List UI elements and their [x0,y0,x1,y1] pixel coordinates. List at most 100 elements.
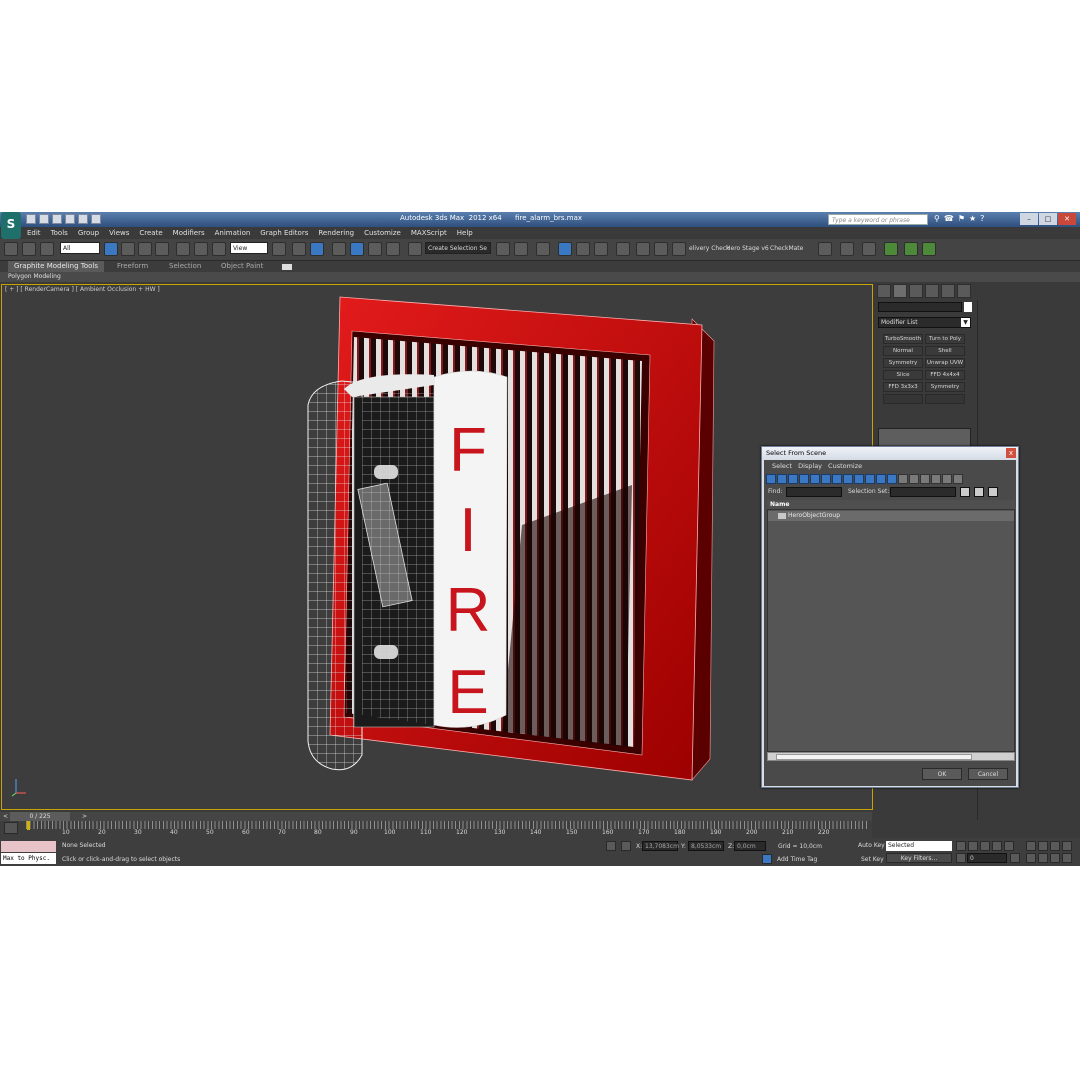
menu-maxscript[interactable]: MAXScript [406,227,452,239]
time-slider[interactable]: < 0 / 225 > [0,812,872,821]
reference-coordinate-dropdown[interactable]: View [230,242,268,254]
keyboard-shortcut-override-icon[interactable] [310,242,324,256]
select-by-name-icon[interactable] [121,242,135,256]
tab-graphite-modeling-tools[interactable]: Graphite Modeling Tools [8,261,105,272]
chevron-down-icon[interactable]: ▼ [961,318,970,327]
communication-icon[interactable]: ☎ [944,214,954,223]
play-icon[interactable] [980,841,990,851]
scale-icon[interactable] [212,242,226,256]
ribbon-options-icon[interactable] [282,264,292,270]
script-button-2-icon[interactable] [840,242,854,256]
modifier-ffd-4x4x4-button[interactable]: FFD 4x4x4 [925,370,965,380]
zoom-extents-all-icon[interactable] [1062,841,1072,851]
display-hidden-icon[interactable] [887,474,897,484]
redo-icon[interactable] [78,214,88,224]
align-icon[interactable] [514,242,528,256]
modifier-turn-to-poly-button[interactable]: Turn to Poly [925,334,965,344]
horizontal-scrollbar[interactable] [767,752,1015,761]
display-tab-icon[interactable] [941,284,955,298]
save-file-icon[interactable] [52,214,62,224]
y-coordinate-field[interactable]: 8,0533cm [688,841,724,851]
remove-selection-set-icon[interactable] [988,487,998,497]
rendered-frame-window-icon[interactable] [654,242,668,256]
angle-snap-icon[interactable] [350,242,364,256]
snaps-toggle-icon[interactable] [332,242,346,256]
display-helpers-icon[interactable] [810,474,820,484]
project-folder-icon[interactable] [91,214,101,224]
selection-filter-dropdown[interactable]: All [60,242,100,254]
zoom-extents-icon[interactable] [1050,841,1060,851]
sync-selection-icon[interactable] [931,474,941,484]
menu-tools[interactable]: Tools [46,227,73,239]
display-lights-icon[interactable] [788,474,798,484]
display-shapes-icon[interactable] [777,474,787,484]
plugin-checkmate[interactable]: CheckMate [770,245,803,252]
time-slider-prev-icon[interactable]: < [3,812,8,821]
favorites-icon[interactable]: ★ [969,214,976,223]
go-to-start-icon[interactable] [956,841,966,851]
modifier-empty-button[interactable] [925,394,965,404]
schematic-view-icon[interactable] [594,242,608,256]
key-icon[interactable]: ⚑ [958,214,965,223]
menu-animation[interactable]: Animation [210,227,256,239]
graphite-toggle-icon[interactable] [558,242,572,256]
display-invert-icon[interactable] [920,474,930,484]
key-filters-button[interactable]: Key Filters... [886,853,952,863]
zoom-all-icon[interactable] [1038,841,1048,851]
mini-curve-editor-icon[interactable] [4,822,18,834]
select-object-icon[interactable] [104,242,118,256]
display-containers-icon[interactable] [865,474,875,484]
filter-options-icon[interactable] [953,474,963,484]
go-to-end-icon[interactable] [1004,841,1014,851]
edit-named-selection-icon[interactable] [408,242,422,256]
current-frame-marker[interactable] [27,821,30,830]
script-button-6-icon[interactable] [922,242,936,256]
pivot-center-icon[interactable] [272,242,286,256]
time-slider-next-icon[interactable]: > [82,812,87,821]
motion-tab-icon[interactable] [925,284,939,298]
undo-icon[interactable] [65,214,75,224]
zoom-icon[interactable] [1026,841,1036,851]
orbit-icon[interactable] [1050,853,1060,863]
script-button-4-icon[interactable] [884,242,898,256]
menu-group[interactable]: Group [73,227,104,239]
set-key-button[interactable]: Set Key [861,856,884,863]
rectangular-selection-icon[interactable] [138,242,152,256]
menu-rendering[interactable]: Rendering [313,227,359,239]
create-tab-icon[interactable] [877,284,891,298]
cancel-button[interactable]: Cancel [968,768,1008,780]
select-link-icon[interactable] [4,242,18,256]
hierarchy-tab-icon[interactable] [909,284,923,298]
save-selection-set-icon[interactable] [974,487,984,497]
dialog-menu-display[interactable]: Display [798,460,822,472]
percent-snap-icon[interactable] [368,242,382,256]
modifier-symmetry-button[interactable]: Symmetry [883,358,923,368]
open-file-icon[interactable] [39,214,49,224]
field-of-view-icon[interactable] [1026,853,1036,863]
dialog-title[interactable]: Select From Scene [762,447,1018,459]
dialog-menu-customize[interactable]: Customize [828,460,862,472]
column-header-name[interactable]: Name [767,500,1015,509]
search-icon[interactable]: ⚲ [934,214,940,223]
viewport-rendercamera[interactable]: [ + ] [ RenderCamera ] [ Ambient Occlusi… [1,284,873,810]
script-button-5-icon[interactable] [904,242,918,256]
search-input[interactable]: Type a keyword or phrase [828,214,928,225]
z-coordinate-field[interactable]: 0,0cm [734,841,766,851]
filter-icon[interactable] [942,474,952,484]
render-setup-icon[interactable] [636,242,650,256]
menu-views[interactable]: Views [104,227,134,239]
display-cameras-icon[interactable] [799,474,809,484]
display-xrefs-icon[interactable] [843,474,853,484]
modifier-slice-button[interactable]: Slice [883,370,923,380]
mirror-icon[interactable] [496,242,510,256]
tab-freeform[interactable]: Freeform [117,261,148,272]
new-file-icon[interactable] [26,214,36,224]
current-frame-field[interactable]: 0 [967,853,1007,863]
display-all-icon[interactable] [898,474,908,484]
bind-space-warp-icon[interactable] [40,242,54,256]
absolute-mode-icon[interactable] [621,841,631,851]
next-frame-icon[interactable] [992,841,1002,851]
named-selection-sets-dropdown[interactable]: Create Selection Se [425,242,491,254]
maxscript-listener[interactable]: Max to Physc. [1,841,56,864]
menu-customize[interactable]: Customize [359,227,406,239]
